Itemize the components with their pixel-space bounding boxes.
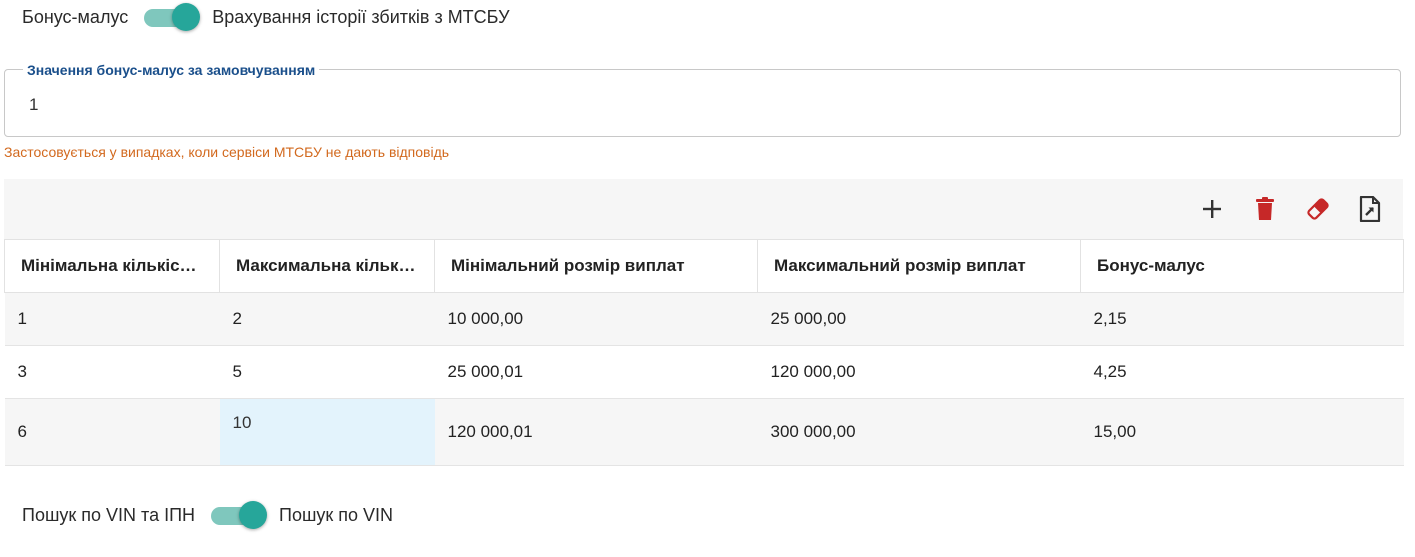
clear-button[interactable] [1302,193,1334,225]
switch-thumb[interactable] [172,3,201,31]
search-vin-label: Пошук по VIN [279,504,394,525]
table-cell[interactable]: 2,15 [1080,292,1404,346]
eraser-icon [1307,198,1329,220]
table-cell[interactable]: 1 [4,292,220,346]
switch-thumb[interactable] [239,501,268,529]
default-bonus-malus-input[interactable] [27,94,1331,116]
table-cell[interactable]: 15,00 [1080,398,1404,466]
table-row[interactable]: 3 5 25 000,01 120 000,00 4,25 [4,345,1404,399]
table-row[interactable]: 6 10 120 000,01 300 000,00 15,00 [4,398,1404,466]
table-cell[interactable]: 4,25 [1080,345,1404,399]
column-header-bonus-malus[interactable]: Бонус-малус [1080,239,1404,293]
bonus-malus-grid: Мінімальна кількіс… Максимальна кільк… М… [4,179,1404,466]
table-cell[interactable]: 10 000,00 [434,292,758,346]
default-bonus-malus-legend: Значення бонус-малус за замовчуванням [23,61,320,79]
bonus-malus-label: Бонус-малус [22,6,129,27]
add-row-button[interactable] [1196,193,1228,225]
default-value-hint: Застосовується у випадках, коли сервіси … [4,144,450,160]
search-mode-toggle-row: Пошук по VIN та ІПН Пошук по VIN [22,500,393,530]
selected-table-cell[interactable]: 10 [219,398,435,466]
table-header-row: Мінімальна кількіс… Максимальна кільк… М… [4,239,1404,293]
plus-icon [1203,200,1221,218]
table-cell[interactable]: 25 000,00 [757,292,1081,346]
table-cell[interactable]: 6 [4,398,220,466]
mtsbu-history-label: Врахування історії збитків з МТСБУ [212,6,510,27]
search-mode-switch[interactable] [211,500,268,530]
table-cell[interactable]: 120 000,01 [434,398,758,466]
table-cell[interactable]: 300 000,00 [757,398,1081,466]
table-cell[interactable]: 2 [219,292,435,346]
bonus-malus-table: Мінімальна кількіс… Максимальна кільк… М… [4,239,1404,466]
trash-icon [1256,197,1274,220]
bonus-malus-switch[interactable] [144,2,201,32]
bonus-malus-toggle-row: Бонус-малус Врахування історії збитків з… [22,2,510,32]
delete-row-button[interactable] [1249,193,1281,225]
default-bonus-malus-field: Значення бонус-малус за замовчуванням [4,61,1401,137]
grid-toolbar [4,179,1403,239]
search-vin-ipn-label: Пошук по VIN та ІПН [22,504,196,525]
column-header-min-count[interactable]: Мінімальна кількіс… [4,239,220,293]
table-cell[interactable]: 3 [4,345,220,399]
table-row[interactable]: 1 2 10 000,00 25 000,00 2,15 [4,292,1404,346]
export-file-icon [1359,196,1381,222]
table-cell[interactable]: 5 [219,345,435,399]
table-cell[interactable]: 25 000,01 [434,345,758,399]
column-header-max-payout[interactable]: Максимальний розмір виплат [757,239,1081,293]
column-header-max-count[interactable]: Максимальна кільк… [219,239,435,293]
table-cell[interactable]: 120 000,00 [757,345,1081,399]
export-button[interactable] [1354,193,1386,225]
column-header-min-payout[interactable]: Мінімальний розмір виплат [434,239,758,293]
